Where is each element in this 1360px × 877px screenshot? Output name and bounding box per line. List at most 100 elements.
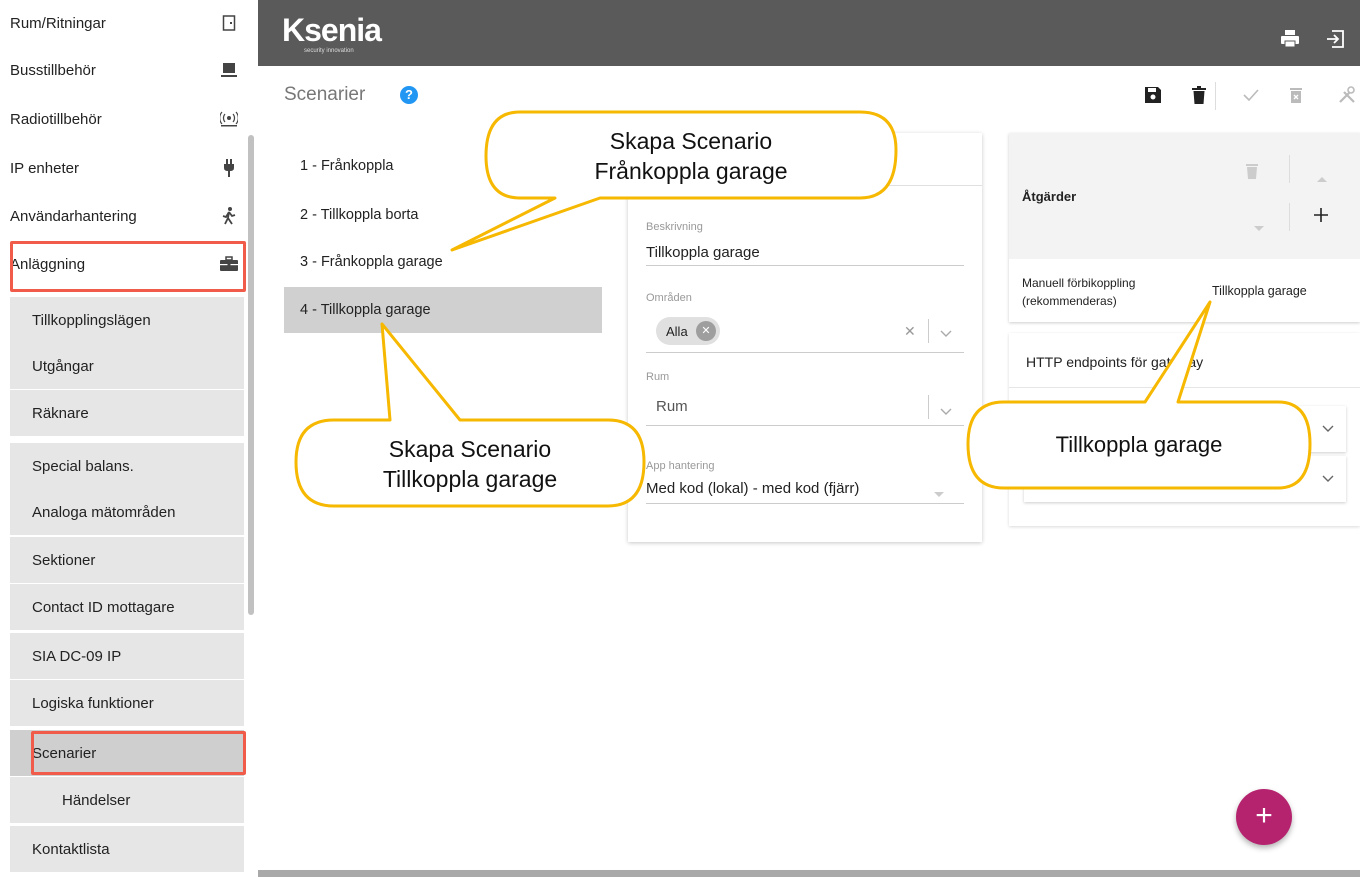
actions-title: Åtgärder xyxy=(1022,189,1077,204)
chevron-down-icon[interactable] xyxy=(940,325,952,343)
sidebar-item-radiotillbehor[interactable]: Radiotillbehör xyxy=(10,96,244,142)
door-icon xyxy=(220,14,238,32)
sidebar-item-anlaggning[interactable]: Anläggning xyxy=(10,241,244,287)
sidebar-item-label: Kontaktlista xyxy=(32,840,110,858)
page-title: Scenarier xyxy=(284,84,366,105)
sidebar-item-utgangar[interactable]: Utgångar xyxy=(10,343,244,389)
sidebar-item-anvandarhantering[interactable]: Användarhantering xyxy=(10,193,244,239)
scenario-label: 4 - Tillkoppla garage xyxy=(300,302,431,318)
sidebar-item-label: Analoga mätområden xyxy=(32,503,176,521)
radio-icon xyxy=(220,110,238,128)
plug-icon xyxy=(220,159,238,177)
sidebar-item-label: Räknare xyxy=(32,404,89,422)
help-icon[interactable]: ? xyxy=(400,86,418,104)
select-divider xyxy=(928,395,929,419)
callout-top-line2: Frånkoppla garage xyxy=(594,158,788,184)
callout-left: Skapa Scenario Tillkoppla garage xyxy=(296,434,644,494)
sidebar-item-label: Sektioner xyxy=(32,551,96,569)
sidebar-item-rum-ritningar[interactable]: Rum/Ritningar xyxy=(10,0,244,46)
sidebar-item-label: Anläggning xyxy=(10,255,86,273)
chevron-down-icon xyxy=(1322,470,1334,488)
sidebar-item-label: Radiotillbehör xyxy=(10,110,102,128)
app-handling-select[interactable]: Med kod (lokal) - med kod (fjärr) xyxy=(646,480,859,497)
sidebar-item-logiska-funktioner[interactable]: Logiska funktioner xyxy=(10,680,244,726)
sidebar-item-raknare[interactable]: Räknare xyxy=(10,390,244,436)
sidebar-item-sektioner[interactable]: Sektioner xyxy=(10,537,244,583)
area-chip-label: Alla xyxy=(666,323,688,339)
callout-right: Tillkoppla garage xyxy=(1055,432,1223,457)
scenario-item-selected[interactable]: 4 - Tillkoppla garage xyxy=(284,287,602,333)
caret-down-icon[interactable] xyxy=(934,485,944,503)
check-icon[interactable] xyxy=(1240,84,1262,106)
description-underline xyxy=(646,265,964,266)
clear-icon[interactable]: ✕ xyxy=(904,323,916,340)
sidebar-scrollbar[interactable] xyxy=(248,135,254,615)
sidebar-item-label: Special balans. xyxy=(32,457,134,475)
sidebar: Rum/Ritningar Busstillbehör Radiotillbeh… xyxy=(0,0,258,877)
select-divider xyxy=(928,319,929,343)
chevron-down-icon[interactable] xyxy=(940,403,952,421)
sidebar-item-label: Busstillbehör xyxy=(10,61,96,79)
rooms-label: Rum xyxy=(646,371,670,383)
delete-cancel-icon[interactable] xyxy=(1285,84,1307,106)
scenario-label: 1 - Frånkoppla xyxy=(300,158,394,174)
scenario-item[interactable]: 2 - Tillkoppla borta xyxy=(284,192,602,238)
actions-header: Åtgärder xyxy=(1009,133,1360,259)
http-divider xyxy=(1009,387,1360,388)
sidebar-item-tillkopplingslagen[interactable]: Tillkopplingslägen xyxy=(10,297,244,343)
sidebar-item-scenarier[interactable]: Scenarier xyxy=(10,730,244,776)
description-input[interactable]: Tillkoppla garage xyxy=(646,244,760,261)
actions-card: Åtgärder Manuell förbikoppling (rekommen… xyxy=(1009,133,1360,322)
scenario-label: 3 - Frånkoppla garage xyxy=(300,254,443,270)
briefcase-icon xyxy=(220,255,238,273)
monitor-icon xyxy=(220,61,238,79)
logout-icon[interactable] xyxy=(1326,30,1348,50)
chevron-down-icon xyxy=(1322,420,1334,438)
scenario-form: Beskrivning Tillkoppla garage Områden Al… xyxy=(628,133,982,542)
sidebar-item-busstillbehor[interactable]: Busstillbehör xyxy=(10,47,244,93)
scenario-item[interactable]: 3 - Frånkoppla garage xyxy=(284,239,602,285)
add-scenario-button[interactable]: + xyxy=(1236,789,1292,845)
sidebar-item-analoga-matomraden[interactable]: Analoga mätområden xyxy=(10,489,244,535)
actions-divider xyxy=(1289,203,1290,231)
areas-label: Områden xyxy=(646,292,692,304)
action-target: Tillkoppla garage xyxy=(1212,284,1307,298)
sidebar-item-sia-dc09-ip[interactable]: SIA DC-09 IP xyxy=(10,633,244,679)
chip-remove-icon[interactable]: ✕ xyxy=(696,321,716,341)
sidebar-item-handelser[interactable]: Händelser xyxy=(10,777,244,823)
app-handling-underline xyxy=(646,503,964,504)
sidebar-item-label: Tillkopplingslägen xyxy=(32,311,151,329)
sidebar-item-label: Scenarier xyxy=(32,744,97,762)
callout-left-line2: Tillkoppla garage xyxy=(382,466,558,492)
callout-top-line1: Skapa Scenario xyxy=(609,128,773,154)
add-icon[interactable] xyxy=(1314,208,1328,227)
http-endpoint-row[interactable] xyxy=(1024,456,1346,502)
save-icon[interactable] xyxy=(1142,84,1164,106)
callout-left-line1: Skapa Scenario xyxy=(388,436,552,462)
app-handling-label: App hantering xyxy=(646,460,715,472)
walking-person-icon xyxy=(220,207,238,225)
callout-top: Skapa Scenario Frånkoppla garage xyxy=(486,126,896,186)
caret-down-icon[interactable] xyxy=(1254,219,1264,237)
rooms-select[interactable]: Rum xyxy=(656,398,688,415)
toolbar-divider xyxy=(1215,82,1216,110)
rooms-underline xyxy=(646,425,964,426)
sidebar-item-contact-id-mottagare[interactable]: Contact ID mottagare xyxy=(10,584,244,630)
caret-up-icon[interactable] xyxy=(1317,169,1327,187)
actions-divider xyxy=(1289,155,1290,183)
sidebar-item-kontaktlista[interactable]: Kontaktlista xyxy=(10,826,244,872)
sidebar-item-label: Logiska funktioner xyxy=(32,694,154,712)
area-chip[interactable]: Alla ✕ xyxy=(656,317,720,345)
tools-icon[interactable] xyxy=(1336,84,1358,106)
http-endpoints-title: HTTP endpoints för gateway xyxy=(1026,354,1204,370)
sidebar-item-label: SIA DC-09 IP xyxy=(32,647,122,665)
sidebar-item-label: Contact ID mottagare xyxy=(32,598,175,616)
bottom-scrollbar[interactable] xyxy=(258,870,1360,877)
sidebar-item-label: Utgångar xyxy=(32,357,94,375)
sidebar-item-special-balans[interactable]: Special balans. xyxy=(10,443,244,489)
sidebar-item-ip-enheter[interactable]: IP enheter xyxy=(10,145,244,191)
scenario-label: 2 - Tillkoppla borta xyxy=(300,207,419,223)
print-icon[interactable] xyxy=(1280,30,1302,50)
delete-icon[interactable] xyxy=(1188,84,1210,106)
delete-action-icon[interactable] xyxy=(1246,163,1258,184)
